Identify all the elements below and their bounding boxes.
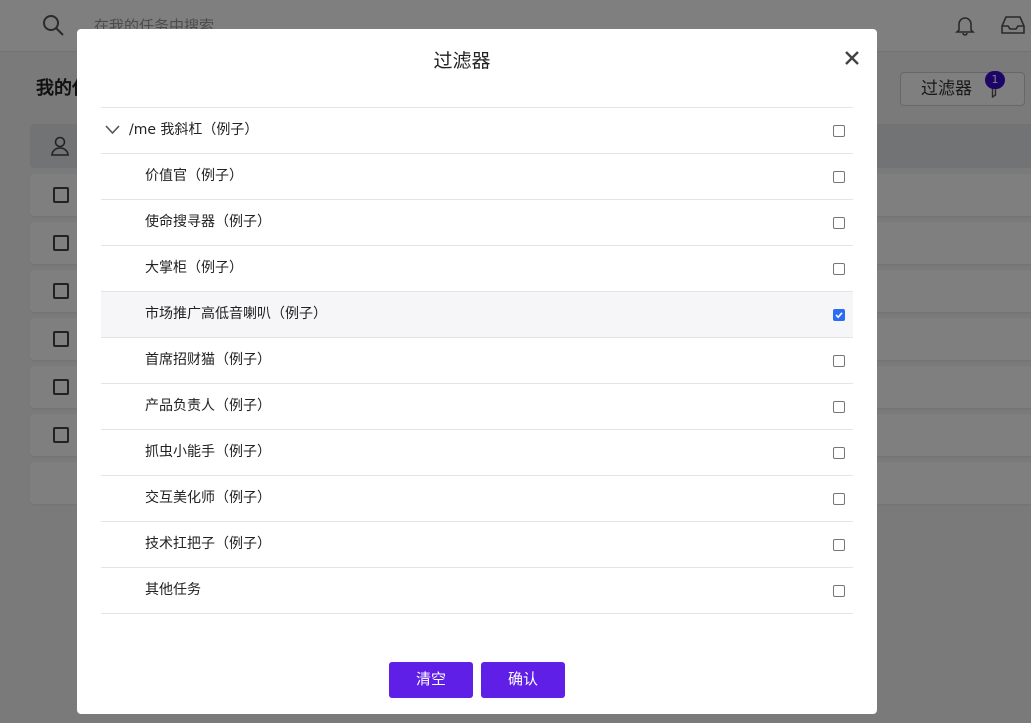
filter-checkbox[interactable] xyxy=(833,309,845,321)
filter-checkbox[interactable] xyxy=(833,355,845,367)
modal-title: 过滤器 xyxy=(433,50,491,72)
filter-checkbox[interactable] xyxy=(833,263,845,275)
check-icon xyxy=(835,312,843,319)
filter-checkbox[interactable] xyxy=(833,585,845,597)
filter-item[interactable]: 市场推广高低音喇叭（例子） xyxy=(101,292,853,338)
filter-checkbox[interactable] xyxy=(833,401,845,413)
filter-item-label: 市场推广高低音喇叭（例子） xyxy=(145,306,327,322)
filter-item[interactable]: 技术扛把子（例子） xyxy=(101,522,853,568)
filter-modal: 过滤器 /me 我斜杠（例子） 价值官（例子） 使命搜寻器（例子） 大掌柜（例子） 市场… xyxy=(77,29,877,714)
filter-checkbox[interactable] xyxy=(833,539,845,551)
filter-item[interactable]: 大掌柜（例子） xyxy=(101,246,853,292)
filter-item-label: 大掌柜（例子） xyxy=(145,260,243,276)
filter-item-label: 抓虫小能手（例子） xyxy=(145,444,271,460)
filter-item[interactable]: 价值官（例子） xyxy=(101,154,853,200)
filter-item-label: /me 我斜杠（例子） xyxy=(129,122,259,138)
confirm-button[interactable]: 确认 xyxy=(481,662,565,698)
filter-item-label: 其他任务 xyxy=(145,582,201,598)
filter-item-label: 首席招财猫（例子） xyxy=(145,352,271,368)
filter-item[interactable]: /me 我斜杠（例子） xyxy=(101,108,853,154)
clear-button[interactable]: 清空 xyxy=(389,662,473,698)
filter-item[interactable]: 其他任务 xyxy=(101,568,853,614)
filter-item-label: 交互美化师（例子） xyxy=(145,490,271,506)
filter-item-label: 产品负责人（例子） xyxy=(145,398,271,414)
filter-item[interactable]: 使命搜寻器（例子） xyxy=(101,200,853,246)
close-icon[interactable] xyxy=(843,49,861,67)
filter-item[interactable]: 首席招财猫（例子） xyxy=(101,338,853,384)
filter-item[interactable]: 产品负责人（例子） xyxy=(101,384,853,430)
filter-checkbox[interactable] xyxy=(833,217,845,229)
filter-item[interactable]: 交互美化师（例子） xyxy=(101,476,853,522)
filter-checkbox[interactable] xyxy=(833,447,845,459)
chevron-down-icon[interactable] xyxy=(105,125,120,135)
filter-checkbox[interactable] xyxy=(833,493,845,505)
filter-checkbox[interactable] xyxy=(833,125,845,137)
filter-item-label: 使命搜寻器（例子） xyxy=(145,214,271,230)
filter-item-label: 技术扛把子（例子） xyxy=(145,536,271,552)
filter-checkbox[interactable] xyxy=(833,171,845,183)
filter-list: /me 我斜杠（例子） 价值官（例子） 使命搜寻器（例子） 大掌柜（例子） 市场推广高低… xyxy=(101,107,853,614)
filter-item[interactable]: 抓虫小能手（例子） xyxy=(101,430,853,476)
filter-item-label: 价值官（例子） xyxy=(145,168,243,184)
